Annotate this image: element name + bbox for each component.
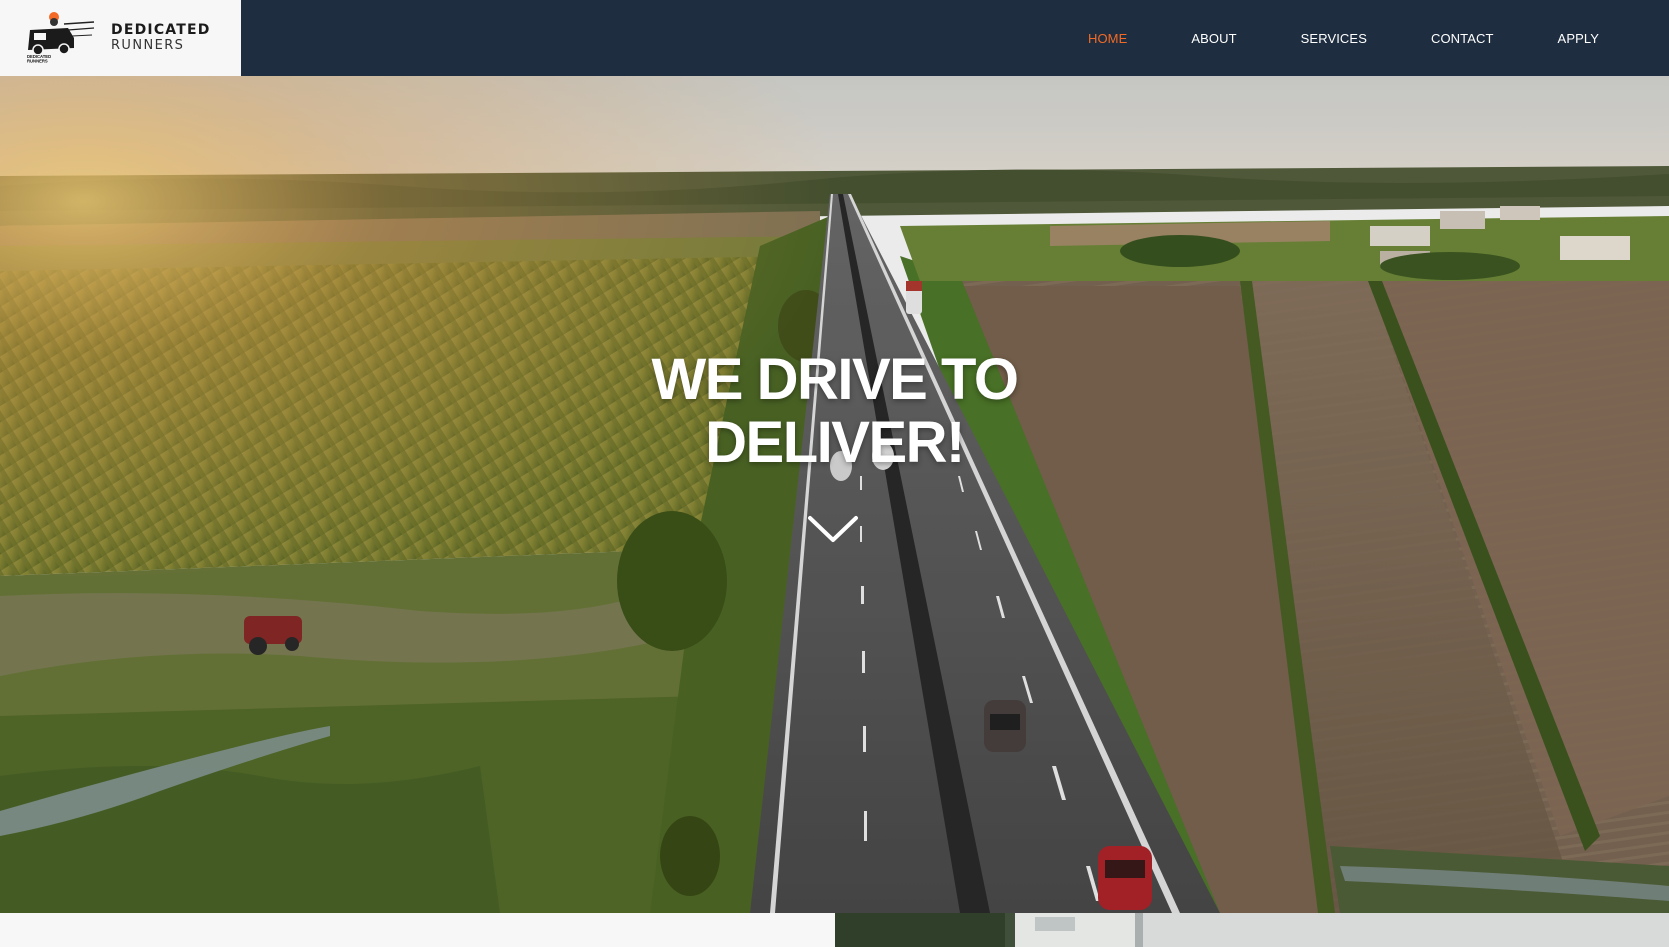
hero-headline-line1: WE DRIVE TO — [651, 347, 1019, 412]
nav-contact[interactable]: CONTACT — [1431, 31, 1494, 46]
logo-truck-icon: DEDICATED RUNNERS — [26, 12, 95, 64]
main-nav: HOME ABOUT SERVICES CONTACT APPLY — [1024, 0, 1599, 76]
nav-about[interactable]: ABOUT — [1191, 31, 1236, 46]
chevron-down-icon[interactable] — [807, 514, 859, 544]
brand-name-line1: DEDICATED — [111, 22, 211, 38]
hero-headline-line2: DELIVER! — [705, 410, 965, 475]
site-header: DEDICATED RUNNERS DEDICATED RUNNERS HOME… — [0, 0, 1669, 76]
truck-image-preview — [835, 913, 1669, 947]
hero-headline: WE DRIVE TO DELIVER! — [0, 348, 1669, 474]
hero-section: WE DRIVE TO DELIVER! — [0, 76, 1669, 913]
nav-home[interactable]: HOME — [1088, 31, 1127, 46]
brand-name: DEDICATED RUNNERS — [111, 22, 211, 54]
logo-badge-line2: RUNNERS — [27, 59, 48, 64]
next-section-image — [835, 913, 1669, 947]
next-section-left — [0, 913, 835, 947]
nav-services[interactable]: SERVICES — [1301, 31, 1367, 46]
logo[interactable]: DEDICATED RUNNERS DEDICATED RUNNERS — [0, 0, 241, 76]
hero-background-image — [0, 76, 1669, 913]
nav-apply[interactable]: APPLY — [1558, 31, 1599, 46]
brand-name-line2: RUNNERS — [111, 38, 185, 53]
